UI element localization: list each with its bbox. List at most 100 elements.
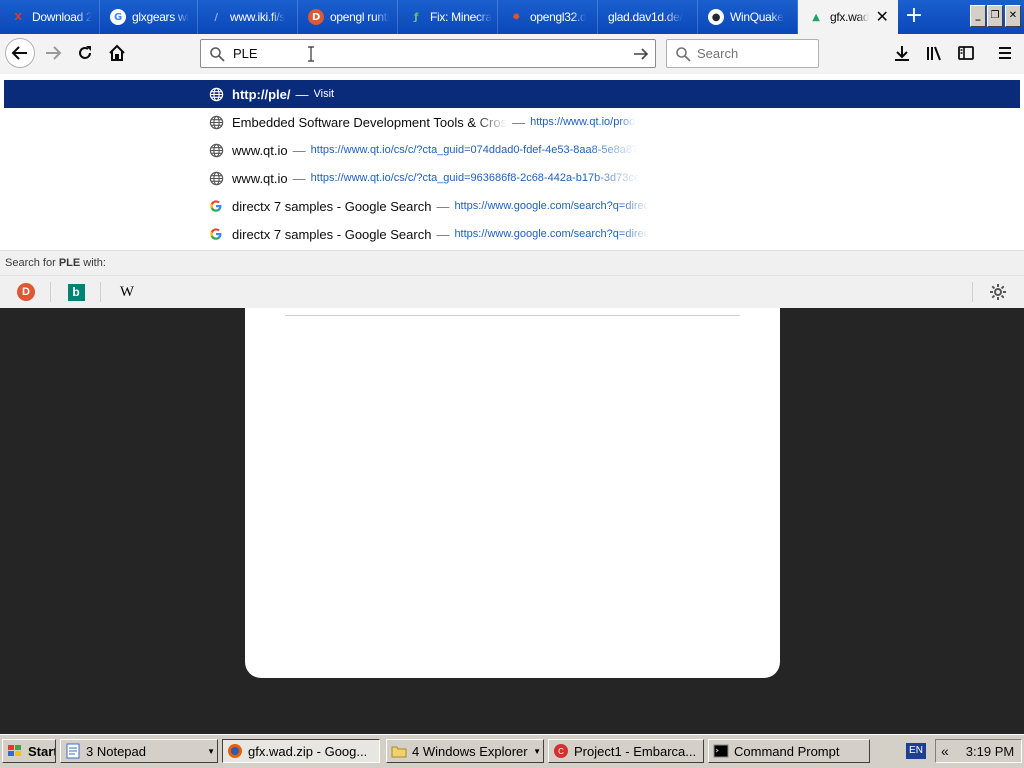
search-settings-button[interactable]: [988, 282, 1008, 302]
search-icon: [676, 47, 691, 62]
search-icon: [210, 47, 225, 62]
taskbar-item[interactable]: Command Prompt: [708, 739, 870, 763]
forward-button[interactable]: [38, 38, 68, 68]
tab-title: WinQuake: [730, 10, 784, 24]
clock: 3:19 PM: [965, 743, 1015, 759]
search-input[interactable]: [697, 42, 815, 65]
menu-button[interactable]: [990, 38, 1020, 68]
tab-title: opengl32.d: [530, 10, 587, 24]
sidebar-icon: [958, 46, 974, 60]
suggestion-row[interactable]: www.qt.io — https://www.qt.io/cs/c/?cta_gu…: [4, 164, 1020, 192]
tab-6[interactable]: ✹ opengl32.d: [498, 0, 598, 34]
x-logo-icon: X: [14, 11, 22, 23]
tab-8[interactable]: ● WinQuake: [698, 0, 798, 34]
taskbar-item-label: 4 Windows Explorer: [412, 743, 528, 759]
suggestion-row[interactable]: directx 7 samples - Google Search — https:…: [4, 220, 1020, 248]
tab-title: glad.dav1d.de/: [608, 10, 683, 24]
suggestion-title: directx 7 samples - Google Search: [232, 226, 432, 242]
downloads-button[interactable]: [887, 38, 917, 68]
visit-label: Visit: [313, 88, 335, 100]
library-button[interactable]: [919, 38, 949, 68]
download-icon: [895, 46, 909, 61]
minimize-button[interactable]: _: [970, 5, 986, 27]
navigation-toolbar: [0, 34, 1024, 74]
text-cursor-icon: [308, 46, 314, 62]
bing-icon: b: [67, 283, 85, 301]
taskbar-item-label: 3 Notepad: [86, 743, 146, 759]
google-icon: [208, 198, 224, 214]
feather-icon: /: [214, 11, 218, 23]
tab-4[interactable]: Dopengl runti: [298, 0, 398, 34]
firefox-icon: [228, 744, 242, 758]
tray-expand-chevron-icon[interactable]: «: [941, 743, 949, 759]
divider: [100, 282, 101, 302]
suggestion-title: www.qt.io: [232, 142, 288, 158]
forward-arrow-icon: [46, 46, 62, 60]
close-window-button[interactable]: ✕: [1005, 5, 1021, 27]
globe-icon: [208, 114, 224, 130]
suggestion-url: https://www.google.com/search?q=direc: [454, 200, 650, 212]
taskbar-item[interactable]: C Project1 - Embarca...: [548, 739, 704, 763]
taskbar-item-label: gfx.wad.zip - Goog...: [248, 743, 368, 759]
home-icon: [109, 44, 125, 61]
close-tab-icon[interactable]: ✕: [874, 9, 890, 25]
wikipedia-search-button[interactable]: W: [117, 282, 137, 302]
tab-title: opengl runti: [330, 10, 390, 24]
google-icon: G: [110, 9, 126, 25]
tab-2[interactable]: Gglxgears wi: [100, 0, 198, 34]
taskbar-item[interactable]: 4 Windows Explorer ▼: [386, 739, 544, 763]
tab-strip: X Download 2 Gglxgears wi / www.iki.fi/s Dope…: [0, 0, 1024, 34]
go-arrow-icon[interactable]: [633, 46, 649, 62]
divider: [972, 282, 973, 302]
tab-1[interactable]: X Download 2: [0, 0, 100, 34]
restore-button[interactable]: ❐: [987, 5, 1003, 27]
library-icon: [927, 46, 941, 61]
wikipedia-icon: W: [119, 283, 135, 300]
separator: —: [512, 114, 526, 130]
tab-9[interactable]: ▲ gfx.wad ✕: [798, 0, 898, 34]
duckduckgo-search-button[interactable]: D: [16, 282, 36, 302]
url-bar[interactable]: [200, 39, 656, 68]
new-tab-button[interactable]: +: [900, 4, 928, 30]
sidebar-button[interactable]: [951, 38, 981, 68]
suggestion-row[interactable]: Embedded Software Development Tools & Cr…: [4, 108, 1020, 136]
reload-button[interactable]: [70, 38, 100, 68]
tab-5[interactable]: ƒ Fix: Minecra: [398, 0, 498, 34]
cmd-icon: [713, 744, 729, 758]
github-icon: ●: [708, 9, 724, 25]
system-tray: « 3:19 PM: [935, 739, 1022, 763]
start-button[interactable]: Start: [2, 739, 56, 763]
divider: [50, 282, 51, 302]
back-button[interactable]: [5, 38, 35, 68]
globe-icon: [208, 170, 224, 186]
tab-title: Download 2: [32, 10, 93, 24]
divider: [285, 315, 740, 316]
suggestion-row[interactable]: directx 7 samples - Google Search — https:…: [4, 192, 1020, 220]
duckduckgo-icon: D: [17, 283, 35, 301]
tab-7[interactable]: glad.dav1d.de/: [598, 0, 698, 34]
taskbar-item[interactable]: gfx.wad.zip - Goog...: [222, 739, 380, 763]
suggestion-row[interactable]: http://ple/— Visit: [4, 80, 1020, 108]
suggestion-row[interactable]: www.qt.io — https://www.qt.io/cs/c/?cta_gu…: [4, 136, 1020, 164]
taskbar-item[interactable]: 3 Notepad ▼: [60, 739, 218, 763]
suggestion-title: www.qt.io: [232, 170, 288, 186]
suggestion-title: directx 7 samples - Google Search: [232, 198, 432, 214]
bing-search-button[interactable]: b: [66, 282, 86, 302]
search-bar[interactable]: [666, 39, 819, 68]
taskbar: Start 3 Notepad ▼ gfx.wad.zip - Goog... 4 W…: [0, 734, 1024, 768]
tab-3[interactable]: / www.iki.fi/s: [198, 0, 298, 34]
dropdown-arrow-icon: ▼: [207, 747, 215, 756]
google-drive-icon: ▲: [812, 11, 820, 23]
separator: —: [436, 198, 450, 214]
globe-icon: [208, 86, 224, 102]
page-content-card: [245, 308, 780, 678]
home-button[interactable]: [102, 38, 132, 68]
suggestion-url: https://www.qt.io/cs/c/?cta_guid=963686f…: [310, 172, 640, 184]
globe-icon: [208, 142, 224, 158]
url-input[interactable]: [233, 42, 613, 65]
url-autocomplete-popup: http://ple/— Visit Embedded Software Devel…: [0, 74, 1024, 308]
language-indicator[interactable]: EN: [906, 743, 926, 759]
tab-title: www.iki.fi/s: [230, 10, 286, 24]
suggestion-url: https://www.qt.io/cs/c/?cta_guid=074ddad…: [310, 144, 639, 156]
one-off-search-engines: Db W: [0, 275, 1024, 308]
